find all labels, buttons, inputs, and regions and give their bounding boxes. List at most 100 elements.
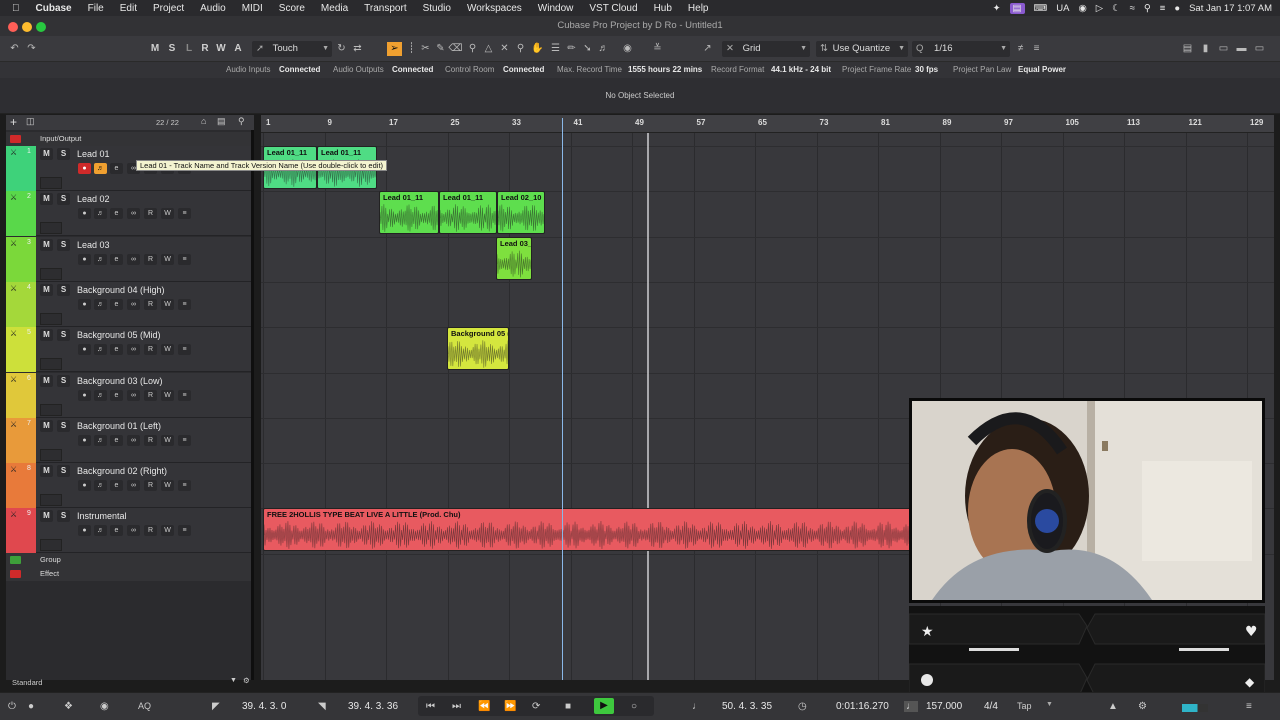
layout-list-icon[interactable]: ▭ bbox=[1216, 42, 1231, 56]
go-to-start-icon[interactable]: ⏮ bbox=[426, 701, 435, 712]
search-icon[interactable]: ⚲ bbox=[1144, 3, 1151, 14]
monitor-icon[interactable]: ♬ bbox=[94, 298, 107, 310]
close-window-button[interactable] bbox=[8, 22, 18, 32]
split-tool-icon[interactable]: ✂ bbox=[418, 42, 433, 56]
auto-scroll-icon[interactable]: ↻ bbox=[334, 42, 349, 56]
metronome-icon[interactable]: ◉ bbox=[100, 701, 109, 712]
write-automation-button[interactable]: W bbox=[161, 253, 174, 265]
automation-lane-toggle[interactable] bbox=[40, 358, 62, 371]
track-menu-icon[interactable]: ≡ bbox=[178, 434, 191, 446]
track-name[interactable]: Background 05 (Mid) bbox=[77, 330, 161, 340]
hand-tool-icon[interactable]: ✋ bbox=[530, 42, 545, 56]
solo-button[interactable]: S bbox=[57, 419, 70, 432]
erase-tool-icon[interactable]: ⌫ bbox=[448, 42, 463, 56]
solo-button[interactable]: S bbox=[57, 374, 70, 387]
track-name[interactable]: Background 03 (Low) bbox=[77, 376, 163, 386]
track-menu-icon[interactable]: ≡ bbox=[178, 389, 191, 401]
record-enable-icon[interactable]: ● bbox=[78, 253, 91, 265]
track-row[interactable]: ⚔ 8 M S Background 02 (Right) ● ♬ e ∞ R … bbox=[6, 463, 251, 509]
chevron-down-icon[interactable]: ▼ bbox=[230, 677, 237, 684]
audio-event[interactable]: Lead 01_11 bbox=[439, 191, 497, 234]
write-automation-button[interactable]: W bbox=[161, 480, 174, 492]
automation-lane-toggle[interactable] bbox=[40, 177, 62, 189]
time-display[interactable]: 0:01:16.270 bbox=[836, 701, 889, 712]
edit-channel-icon[interactable]: e bbox=[110, 208, 123, 220]
solo-button[interactable]: S bbox=[57, 283, 70, 296]
sparkle-icon[interactable]: ✦ bbox=[993, 3, 1001, 14]
monitor-icon[interactable]: ♬ bbox=[94, 389, 107, 401]
timeline-ruler[interactable]: 1 9 17 25 33 41 49 57 65 73 81 89 97 105 113 121 129 bbox=[261, 115, 1274, 133]
clock[interactable]: Sat Jan 17 1:07 AM bbox=[1189, 3, 1272, 14]
menu-window[interactable]: Window bbox=[530, 3, 582, 14]
menu-score[interactable]: Score bbox=[271, 3, 313, 14]
position-display[interactable]: 50. 4. 3. 35 bbox=[722, 701, 772, 712]
link-icon[interactable]: ∞ bbox=[127, 525, 140, 537]
edit-channel-icon[interactable]: e bbox=[110, 480, 123, 492]
layout-left-icon[interactable]: ▤ bbox=[1180, 42, 1195, 56]
undo-icon[interactable]: ↶ bbox=[7, 42, 22, 56]
audio-event[interactable]: Lead 01_11 bbox=[379, 191, 439, 234]
track-menu-icon[interactable]: ≡ bbox=[178, 480, 191, 492]
iterative-quantize-icon[interactable]: ≠ bbox=[1013, 42, 1028, 56]
layout-inspector-icon[interactable]: ▮ bbox=[1198, 42, 1213, 56]
track-row[interactable]: ⚔ 2 M S Lead 02 ● ♬ e ∞ R W ≡ bbox=[6, 191, 251, 237]
automation-mode-select[interactable]: ➚ Touch ▼ bbox=[252, 41, 332, 57]
quantize-type-select[interactable]: ⇅ Use Quantize ▼ bbox=[816, 41, 908, 57]
record-icon[interactable]: ◉ bbox=[1078, 3, 1086, 14]
automation-lane-toggle[interactable] bbox=[40, 312, 62, 325]
quantize-value-select[interactable]: Q 1/16 ▼ bbox=[912, 41, 1010, 57]
track-menu-icon[interactable]: ≡ bbox=[178, 525, 191, 537]
comp-tool-icon[interactable]: ☰ bbox=[548, 42, 563, 56]
play-tool-icon[interactable]: ♬ bbox=[596, 42, 611, 56]
menu-vst-cloud[interactable]: VST Cloud bbox=[581, 3, 645, 14]
magnify-icon[interactable]: ⚲ bbox=[513, 42, 528, 56]
monitor-icon[interactable]: ♬ bbox=[94, 480, 107, 492]
folder-group[interactable]: Group bbox=[6, 553, 251, 567]
left-locator-display[interactable]: 39. 4. 3. 0 bbox=[242, 701, 286, 712]
edit-channel-icon[interactable]: e bbox=[110, 253, 123, 265]
mute-x-icon[interactable]: ✕ bbox=[497, 42, 512, 56]
folder-input-output[interactable]: Input/Output bbox=[6, 132, 251, 146]
edit-channel-icon[interactable]: e bbox=[110, 389, 123, 401]
aq-button[interactable]: AQ bbox=[138, 701, 151, 711]
track-name[interactable]: Background 02 (Right) bbox=[77, 466, 167, 476]
punch-icon[interactable]: ⚙ bbox=[1138, 701, 1147, 712]
control-center-icon[interactable]: ≡ bbox=[1160, 3, 1166, 14]
mute-tool-icon[interactable]: △ bbox=[481, 42, 496, 56]
read-automation-button[interactable]: R bbox=[144, 525, 157, 537]
layout-right-icon[interactable]: ▭ bbox=[1252, 42, 1267, 56]
edit-channel-icon[interactable]: e bbox=[110, 344, 123, 356]
line-tool-icon[interactable]: ➘ bbox=[580, 42, 595, 56]
track-menu-icon[interactable]: ≡ bbox=[178, 298, 191, 310]
tempo-icon[interactable]: ♩ bbox=[904, 701, 918, 712]
tempo-display[interactable]: 157.000 bbox=[926, 701, 962, 712]
go-to-end-icon[interactable]: ⏭ bbox=[452, 701, 461, 712]
mute-button[interactable]: M bbox=[40, 329, 53, 342]
read-automation-button[interactable]: R bbox=[144, 344, 157, 356]
tap-button[interactable]: Tap bbox=[1017, 701, 1032, 711]
siri-icon[interactable]: ● bbox=[1174, 3, 1180, 14]
transport-menu-icon[interactable]: ≡ bbox=[1246, 701, 1252, 712]
track-menu-icon[interactable]: ≡ bbox=[178, 344, 191, 356]
menu-audio[interactable]: Audio bbox=[192, 3, 234, 14]
menu-studio[interactable]: Studio bbox=[415, 3, 459, 14]
minimize-window-button[interactable] bbox=[22, 22, 32, 32]
solo-button[interactable]: S bbox=[57, 193, 70, 206]
track-row[interactable]: ⚔ 7 M S Background 01 (Left) ● ♬ e ∞ R W… bbox=[6, 417, 251, 463]
mute-button[interactable]: M bbox=[40, 193, 53, 206]
audio-event[interactable]: FREE 2HOLLIS TYPE BEAT LIVE A LITTLE (Pr… bbox=[263, 508, 911, 551]
list-icon[interactable]: ▤ bbox=[217, 116, 226, 127]
mute-all-button[interactable]: M bbox=[148, 42, 162, 56]
link-icon[interactable]: ∞ bbox=[127, 344, 140, 356]
quantize-apply-icon[interactable]: ≡ bbox=[1029, 42, 1044, 56]
mute-button[interactable]: M bbox=[40, 510, 53, 523]
read-automation-button[interactable]: R bbox=[144, 298, 157, 310]
track-row[interactable]: ⚔ 6 M S Background 03 (Low) ● ♬ e ∞ R W … bbox=[6, 372, 251, 418]
audio-event[interactable]: Lead 02_10 bbox=[497, 191, 545, 234]
record-enable-icon[interactable]: ● bbox=[78, 389, 91, 401]
automation-lane-toggle[interactable] bbox=[40, 222, 62, 235]
write-button[interactable]: W bbox=[214, 42, 228, 56]
edit-channel-icon[interactable]: e bbox=[110, 525, 123, 537]
folder-effect[interactable]: Effect bbox=[6, 567, 251, 581]
mute-button[interactable]: M bbox=[40, 374, 53, 387]
